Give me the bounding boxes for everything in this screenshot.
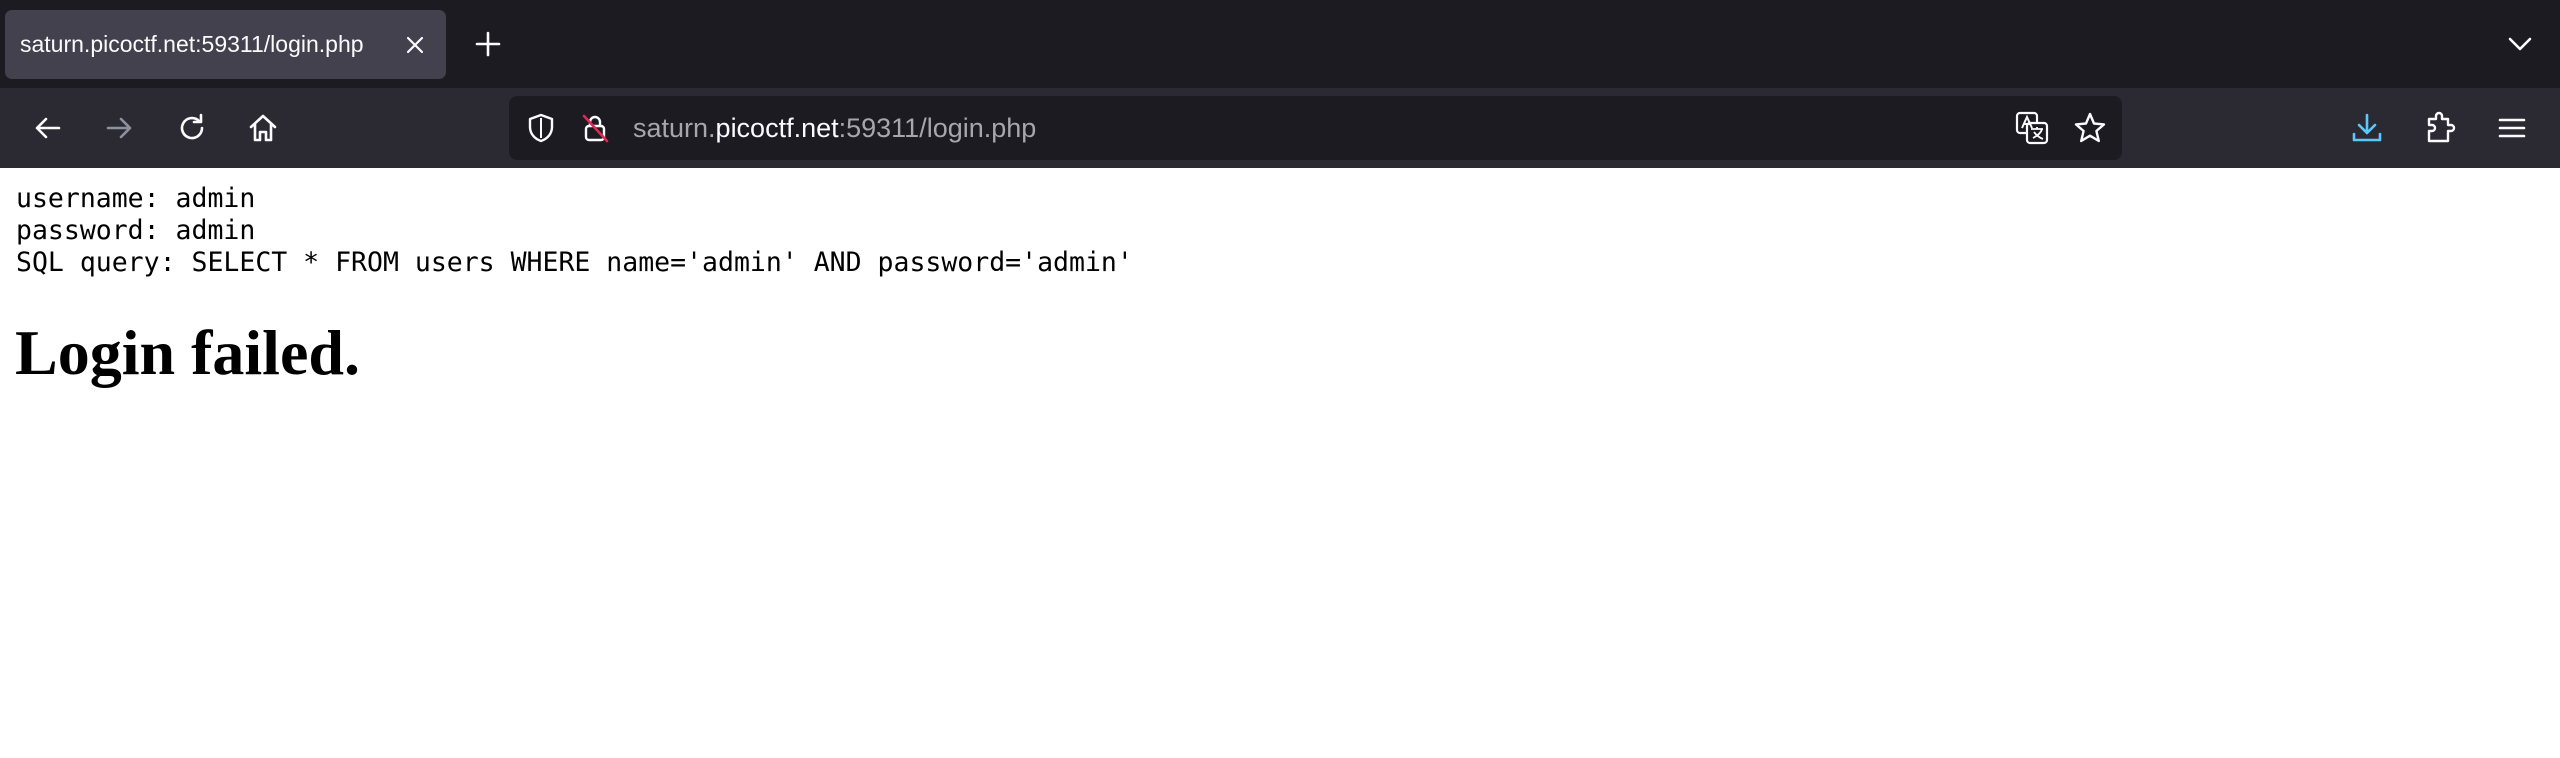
password-line: password: admin [16,215,256,246]
navigation-toolbar: saturn.picoctf.net:59311/login.php [0,88,2560,168]
active-tab[interactable]: saturn.picoctf.net:59311/login.php [5,10,446,79]
puzzle-icon[interactable] [2420,108,2460,148]
close-icon[interactable] [400,30,430,60]
username-line: username: admin [16,183,256,214]
chevron-down-icon[interactable] [2502,26,2538,62]
reload-icon[interactable] [172,108,212,148]
url-path: :59311/login.php [838,113,1037,143]
arrow-right-icon[interactable] [99,108,139,148]
hamburger-icon[interactable] [2492,108,2532,148]
tab-title: saturn.picoctf.net:59311/login.php [20,31,364,57]
url-host-domain: picoctf.net [715,113,839,143]
home-icon[interactable] [243,108,283,148]
download-icon[interactable] [2347,108,2387,148]
url-host-prefix: saturn. [633,113,716,143]
url-text[interactable]: saturn.picoctf.net:59311/login.php [633,96,1036,160]
arrow-left-icon[interactable] [28,108,68,148]
page-content: username: admin password: admin SQL quer… [0,168,2560,758]
shield-icon[interactable] [521,108,561,148]
plus-icon[interactable] [470,26,506,62]
star-icon[interactable] [2070,108,2110,148]
address-bar[interactable]: saturn.picoctf.net:59311/login.php [509,96,2122,160]
login-result-heading: Login failed. [15,317,360,388]
tab-strip: saturn.picoctf.net:59311/login.php [0,0,2560,88]
lock-insecure-icon[interactable] [575,108,615,148]
sql-query-line: SQL query: SELECT * FROM users WHERE nam… [16,247,1133,278]
translate-icon[interactable] [2012,108,2052,148]
